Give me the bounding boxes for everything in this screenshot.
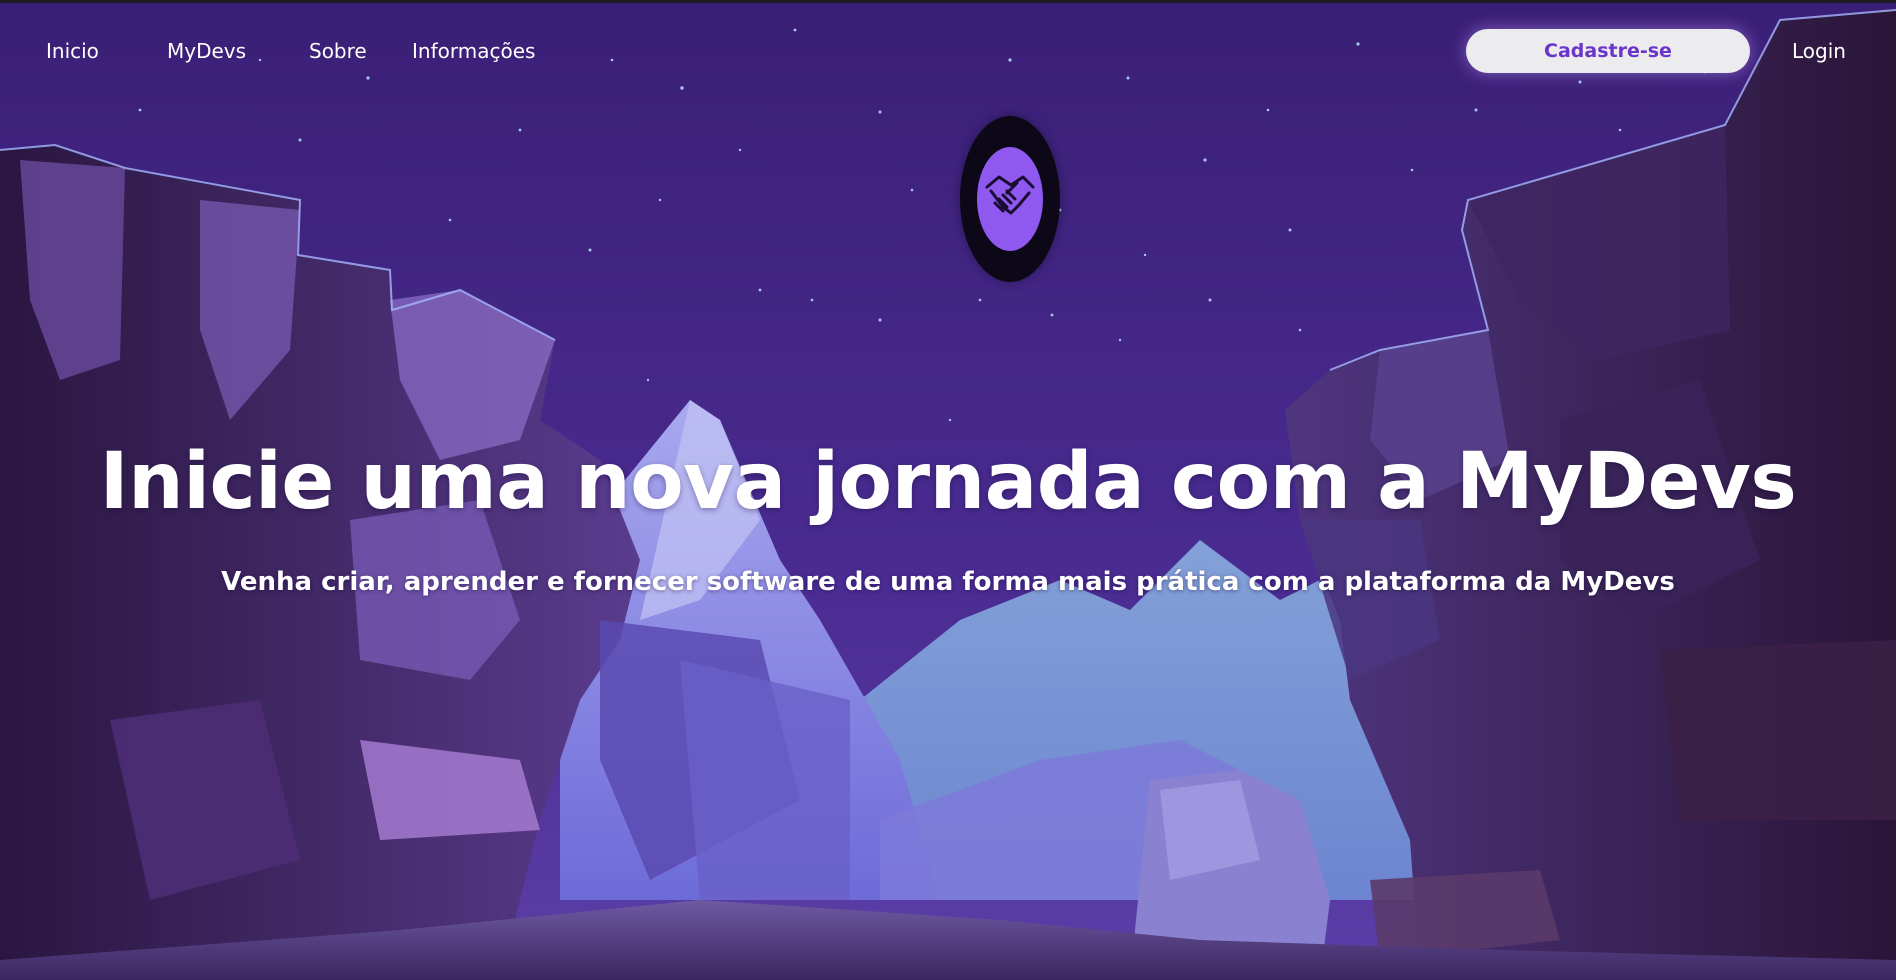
top-navigation: Inicio MyDevs Sobre Informações Cadastre… xyxy=(0,0,1896,100)
hero-title: Inicie uma nova jornada com a MyDevs xyxy=(99,437,1797,527)
login-link[interactable]: Login xyxy=(1792,38,1846,64)
signup-button[interactable]: Cadastre-se xyxy=(1466,29,1750,73)
landing-page: Inicio MyDevs Sobre Informações Cadastre… xyxy=(0,0,1896,980)
mydevs-logo xyxy=(960,116,1060,282)
nav-link-mydevs[interactable]: MyDevs xyxy=(167,38,246,64)
nav-link-informacoes[interactable]: Informações xyxy=(412,38,535,64)
nav-link-inicio[interactable]: Inicio xyxy=(46,38,99,64)
hero-subtitle: Venha criar, aprender e fornecer softwar… xyxy=(221,567,1675,597)
handshake-icon xyxy=(985,175,1035,215)
logo-badge xyxy=(977,147,1043,251)
nav-link-sobre[interactable]: Sobre xyxy=(309,38,367,64)
